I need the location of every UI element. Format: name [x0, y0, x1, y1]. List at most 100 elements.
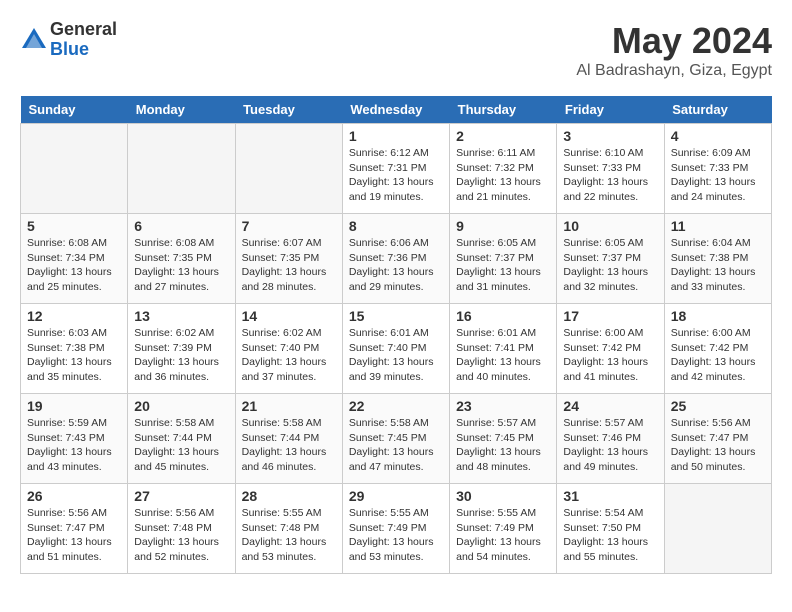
calendar-cell [235, 124, 342, 214]
day-info: Sunrise: 6:00 AM Sunset: 7:42 PM Dayligh… [671, 326, 765, 385]
day-info: Sunrise: 5:56 AM Sunset: 7:48 PM Dayligh… [134, 506, 228, 565]
day-number: 30 [456, 488, 550, 504]
day-number: 23 [456, 398, 550, 414]
day-number: 3 [563, 128, 657, 144]
weekday-header-wednesday: Wednesday [342, 96, 449, 124]
day-number: 11 [671, 218, 765, 234]
day-info: Sunrise: 6:02 AM Sunset: 7:39 PM Dayligh… [134, 326, 228, 385]
calendar-cell: 31 Sunrise: 5:54 AM Sunset: 7:50 PM Dayli… [557, 484, 664, 574]
weekday-header-sunday: Sunday [21, 96, 128, 124]
day-info: Sunrise: 6:09 AM Sunset: 7:33 PM Dayligh… [671, 146, 765, 205]
calendar-cell: 15 Sunrise: 6:01 AM Sunset: 7:40 PM Dayli… [342, 304, 449, 394]
logo-text: General Blue [50, 20, 117, 60]
day-number: 16 [456, 308, 550, 324]
calendar-cell: 5Sunrise: 6:08 AM Sunset: 7:34 PM Daylig… [21, 214, 128, 304]
day-info: Sunrise: 6:07 AM Sunset: 7:35 PM Dayligh… [242, 236, 336, 295]
calendar-cell: 29 Sunrise: 5:55 AM Sunset: 7:49 PM Dayli… [342, 484, 449, 574]
logo: General Blue [20, 20, 117, 60]
day-info: Sunrise: 5:55 AM Sunset: 7:49 PM Dayligh… [349, 506, 443, 565]
calendar-cell: 8Sunrise: 6:06 AM Sunset: 7:36 PM Daylig… [342, 214, 449, 304]
day-info: Sunrise: 6:05 AM Sunset: 7:37 PM Dayligh… [563, 236, 657, 295]
calendar-week-5: 26 Sunrise: 5:56 AM Sunset: 7:47 PM Dayli… [21, 484, 772, 574]
day-number: 24 [563, 398, 657, 414]
day-info: Sunrise: 5:54 AM Sunset: 7:50 PM Dayligh… [563, 506, 657, 565]
calendar-cell: 20 Sunrise: 5:58 AM Sunset: 7:44 PM Dayli… [128, 394, 235, 484]
day-number: 7 [242, 218, 336, 234]
day-number: 28 [242, 488, 336, 504]
calendar-cell: 27 Sunrise: 5:56 AM Sunset: 7:48 PM Dayli… [128, 484, 235, 574]
calendar-cell: 17 Sunrise: 6:00 AM Sunset: 7:42 PM Dayli… [557, 304, 664, 394]
location: Al Badrashayn, Giza, Egypt [576, 62, 772, 80]
calendar-cell: 25 Sunrise: 5:56 AM Sunset: 7:47 PM Dayli… [664, 394, 771, 484]
day-number: 12 [27, 308, 121, 324]
calendar-cell [664, 484, 771, 574]
calendar-cell: 14 Sunrise: 6:02 AM Sunset: 7:40 PM Dayli… [235, 304, 342, 394]
calendar-week-4: 19 Sunrise: 5:59 AM Sunset: 7:43 PM Dayli… [21, 394, 772, 484]
day-info: Sunrise: 6:00 AM Sunset: 7:42 PM Dayligh… [563, 326, 657, 385]
calendar-cell: 11 Sunrise: 6:04 AM Sunset: 7:38 PM Dayli… [664, 214, 771, 304]
weekday-header-tuesday: Tuesday [235, 96, 342, 124]
day-number: 1 [349, 128, 443, 144]
weekday-header-thursday: Thursday [450, 96, 557, 124]
day-number: 20 [134, 398, 228, 414]
calendar-week-1: 1Sunrise: 6:12 AM Sunset: 7:31 PM Daylig… [21, 124, 772, 214]
calendar-cell: 4Sunrise: 6:09 AM Sunset: 7:33 PM Daylig… [664, 124, 771, 214]
day-info: Sunrise: 5:56 AM Sunset: 7:47 PM Dayligh… [671, 416, 765, 475]
day-info: Sunrise: 6:05 AM Sunset: 7:37 PM Dayligh… [456, 236, 550, 295]
calendar-cell [128, 124, 235, 214]
calendar-cell: 18Sunrise: 6:00 AM Sunset: 7:42 PM Dayli… [664, 304, 771, 394]
page-header: General Blue May 2024 Al Badrashayn, Giz… [20, 20, 772, 80]
day-info: Sunrise: 6:08 AM Sunset: 7:34 PM Dayligh… [27, 236, 121, 295]
calendar-cell: 12 Sunrise: 6:03 AM Sunset: 7:38 PM Dayli… [21, 304, 128, 394]
day-number: 14 [242, 308, 336, 324]
day-info: Sunrise: 6:04 AM Sunset: 7:38 PM Dayligh… [671, 236, 765, 295]
calendar-cell: 6 Sunrise: 6:08 AM Sunset: 7:35 PM Daylig… [128, 214, 235, 304]
calendar-week-3: 12 Sunrise: 6:03 AM Sunset: 7:38 PM Dayli… [21, 304, 772, 394]
day-number: 21 [242, 398, 336, 414]
weekday-header-monday: Monday [128, 96, 235, 124]
day-info: Sunrise: 6:03 AM Sunset: 7:38 PM Dayligh… [27, 326, 121, 385]
day-number: 8 [349, 218, 443, 234]
calendar-cell: 22 Sunrise: 5:58 AM Sunset: 7:45 PM Dayli… [342, 394, 449, 484]
day-number: 29 [349, 488, 443, 504]
weekday-header-friday: Friday [557, 96, 664, 124]
day-info: Sunrise: 5:58 AM Sunset: 7:45 PM Dayligh… [349, 416, 443, 475]
day-info: Sunrise: 5:57 AM Sunset: 7:45 PM Dayligh… [456, 416, 550, 475]
calendar-cell: 16Sunrise: 6:01 AM Sunset: 7:41 PM Dayli… [450, 304, 557, 394]
logo-blue: Blue [50, 40, 117, 60]
day-number: 9 [456, 218, 550, 234]
day-info: Sunrise: 5:59 AM Sunset: 7:43 PM Dayligh… [27, 416, 121, 475]
calendar-cell: 13 Sunrise: 6:02 AM Sunset: 7:39 PM Dayli… [128, 304, 235, 394]
calendar-cell: 3 Sunrise: 6:10 AM Sunset: 7:33 PM Daylig… [557, 124, 664, 214]
logo-general: General [50, 20, 117, 40]
day-number: 6 [134, 218, 228, 234]
day-info: Sunrise: 6:11 AM Sunset: 7:32 PM Dayligh… [456, 146, 550, 205]
day-number: 31 [563, 488, 657, 504]
weekday-header-row: SundayMondayTuesdayWednesdayThursdayFrid… [21, 96, 772, 124]
calendar-cell: 7 Sunrise: 6:07 AM Sunset: 7:35 PM Daylig… [235, 214, 342, 304]
day-info: Sunrise: 5:55 AM Sunset: 7:49 PM Dayligh… [456, 506, 550, 565]
day-info: Sunrise: 5:57 AM Sunset: 7:46 PM Dayligh… [563, 416, 657, 475]
day-info: Sunrise: 6:01 AM Sunset: 7:40 PM Dayligh… [349, 326, 443, 385]
calendar-cell: 2Sunrise: 6:11 AM Sunset: 7:32 PM Daylig… [450, 124, 557, 214]
day-number: 13 [134, 308, 228, 324]
day-number: 25 [671, 398, 765, 414]
calendar-cell: 28Sunrise: 5:55 AM Sunset: 7:48 PM Dayli… [235, 484, 342, 574]
day-number: 26 [27, 488, 121, 504]
calendar-cell: 19 Sunrise: 5:59 AM Sunset: 7:43 PM Dayli… [21, 394, 128, 484]
day-info: Sunrise: 6:10 AM Sunset: 7:33 PM Dayligh… [563, 146, 657, 205]
day-number: 19 [27, 398, 121, 414]
calendar-cell: 24 Sunrise: 5:57 AM Sunset: 7:46 PM Dayli… [557, 394, 664, 484]
calendar-table: SundayMondayTuesdayWednesdayThursdayFrid… [20, 96, 772, 574]
day-info: Sunrise: 6:02 AM Sunset: 7:40 PM Dayligh… [242, 326, 336, 385]
day-number: 22 [349, 398, 443, 414]
day-info: Sunrise: 6:08 AM Sunset: 7:35 PM Dayligh… [134, 236, 228, 295]
day-info: Sunrise: 5:56 AM Sunset: 7:47 PM Dayligh… [27, 506, 121, 565]
day-number: 27 [134, 488, 228, 504]
weekday-header-saturday: Saturday [664, 96, 771, 124]
day-number: 17 [563, 308, 657, 324]
calendar-cell: 10Sunrise: 6:05 AM Sunset: 7:37 PM Dayli… [557, 214, 664, 304]
day-info: Sunrise: 5:58 AM Sunset: 7:44 PM Dayligh… [242, 416, 336, 475]
day-number: 15 [349, 308, 443, 324]
day-info: Sunrise: 5:58 AM Sunset: 7:44 PM Dayligh… [134, 416, 228, 475]
